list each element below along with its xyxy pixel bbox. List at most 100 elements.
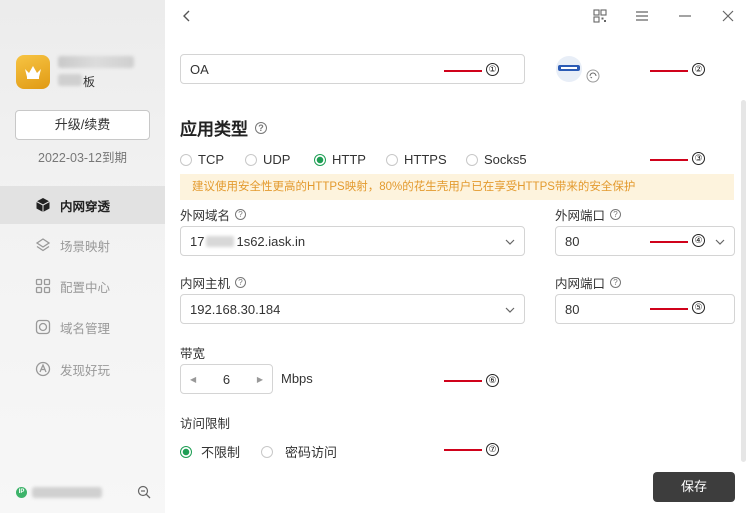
annotation-marker-2: ② <box>692 63 705 76</box>
save-button[interactable]: 保存 <box>653 472 735 502</box>
internal-port-label-text: 内网端口 <box>555 277 606 291</box>
qrcode-icon[interactable] <box>593 9 607 23</box>
bandwidth-stepper[interactable]: ◀ 6 ▶ <box>180 364 273 394</box>
external-domain-suffix: 1s62.iask.in <box>236 233 306 249</box>
annotation-marker-1: ① <box>486 63 499 76</box>
annotation-line <box>650 159 688 161</box>
internal-host-value: 192.168.30.184 <box>190 301 281 317</box>
external-port-label: 外网端口 ? <box>555 205 622 224</box>
decrement-icon[interactable]: ◀ <box>190 375 196 384</box>
back-icon[interactable] <box>180 9 194 23</box>
app-icon[interactable] <box>555 55 601 85</box>
external-port-value: 80 <box>565 233 580 249</box>
protocol-radio-http[interactable]: HTTP <box>314 152 366 167</box>
app-type-title-text: 应用类型 <box>180 120 248 139</box>
radio-circle-selected <box>314 153 326 166</box>
annotation-line <box>444 449 482 451</box>
radio-circle <box>180 153 192 166</box>
discover-icon <box>35 361 51 377</box>
layers-icon <box>35 238 51 252</box>
annotation-line <box>650 70 688 72</box>
bandwidth-value: 6 <box>222 371 231 387</box>
close-icon[interactable] <box>721 9 735 23</box>
help-icon[interactable]: ? <box>235 209 247 220</box>
avatar[interactable] <box>16 55 50 89</box>
sidebar-item-discover[interactable]: 发现好玩 <box>0 350 165 388</box>
cube-icon <box>36 198 50 212</box>
sidebar: 板 升级/续费 2022-03-12到期 内网穿透 场景映射 配置中心 域名管理 <box>0 0 165 513</box>
external-domain-select[interactable]: 17 1s62.iask.in <box>180 226 525 256</box>
access-limit-label: 访问限制 <box>180 417 231 431</box>
annotation-marker-5: ⑤ <box>692 301 705 314</box>
radio-circle-selected <box>180 445 192 458</box>
external-domain-label: 外网域名 ? <box>180 205 247 224</box>
protocol-label: TCP <box>198 152 224 167</box>
annotation-line <box>444 380 482 382</box>
upgrade-button[interactable]: 升级/续费 <box>15 110 150 140</box>
sidebar-item-label: 域名管理 <box>60 321 111 336</box>
zoom-out-icon[interactable] <box>137 485 151 499</box>
protocol-label: HTTP <box>332 152 366 167</box>
chevron-down-icon <box>505 239 515 245</box>
sidebar-item-domain[interactable]: 域名管理 <box>0 308 165 346</box>
chevron-down-icon <box>505 307 515 313</box>
annotation-line <box>650 308 688 310</box>
sidebar-item-label: 配置中心 <box>60 280 111 295</box>
protocol-label: Socks5 <box>484 152 527 167</box>
help-icon[interactable]: ? <box>235 277 247 288</box>
account-name-redacted <box>58 56 134 68</box>
app-type-title: 应用类型 ? <box>180 115 267 140</box>
protocol-radio-https[interactable]: HTTPS <box>386 152 447 167</box>
internal-host-select[interactable]: 192.168.30.184 <box>180 294 525 324</box>
access-radio-unlimited[interactable]: 不限制 <box>180 442 240 461</box>
radio-circle <box>386 153 398 166</box>
mapping-name-input[interactable]: OA <box>180 54 525 84</box>
annotation-line <box>444 70 482 72</box>
protocol-radio-socks5[interactable]: Socks5 <box>466 152 527 167</box>
help-icon[interactable]: ? <box>610 277 622 288</box>
bandwidth-unit: Mbps <box>281 371 313 386</box>
annotation-marker-3: ③ <box>692 152 705 165</box>
sidebar-item-scene[interactable]: 场景映射 <box>0 226 165 264</box>
internal-host-label: 内网主机 ? <box>180 273 247 292</box>
protocol-label: UDP <box>263 152 291 167</box>
protocol-label: HTTPS <box>404 152 447 167</box>
crown-icon <box>25 66 41 79</box>
protocol-radio-udp[interactable]: UDP <box>245 152 290 167</box>
help-icon[interactable]: ? <box>610 209 622 220</box>
domain-redacted <box>206 235 235 247</box>
access-radio-password[interactable]: 密码访问 <box>261 442 337 461</box>
apps-icon <box>35 278 51 294</box>
protocol-radio-tcp[interactable]: TCP <box>180 152 224 167</box>
annotation-marker-7: ⑦ <box>486 443 499 456</box>
account-plan-label: 板 <box>83 75 96 89</box>
internal-port-label: 内网端口 ? <box>555 273 622 292</box>
internal-port-value: 80 <box>565 301 580 317</box>
radio-circle <box>466 153 478 166</box>
https-warning-banner: 建议使用安全性更高的HTTPS映射，80%的花生壳用户已在享受HTTPS带来的安… <box>180 174 734 200</box>
minimize-icon[interactable] <box>678 9 692 23</box>
sidebar-item-config[interactable]: 配置中心 <box>0 267 165 305</box>
annotation-line <box>650 241 688 243</box>
external-domain-label-text: 外网域名 <box>180 209 231 223</box>
external-port-select[interactable]: 80 <box>555 226 735 256</box>
chevron-down-icon <box>715 239 725 245</box>
radio-circle <box>261 445 273 458</box>
ip-status-badge: IP <box>16 487 27 498</box>
ip-address-redacted <box>32 487 102 498</box>
sidebar-item-label: 内网穿透 <box>60 199 111 214</box>
sidebar-item-label: 场景映射 <box>60 239 111 254</box>
menu-icon[interactable] <box>635 9 649 23</box>
radio-circle <box>245 153 257 166</box>
sidebar-item-label: 发现好玩 <box>60 363 111 378</box>
increment-icon[interactable]: ▶ <box>257 375 263 384</box>
scrollbar[interactable] <box>741 100 746 462</box>
internal-host-label-text: 内网主机 <box>180 277 231 291</box>
account-plan-redacted <box>58 74 82 86</box>
help-icon[interactable]: ? <box>255 121 267 134</box>
access-option-label: 密码访问 <box>285 445 338 460</box>
internal-port-input[interactable]: 80 <box>555 294 735 324</box>
access-option-label: 不限制 <box>201 445 241 460</box>
sidebar-item-intranet[interactable]: 内网穿透 <box>0 186 165 224</box>
expire-date: 2022-03-12到期 <box>38 151 127 165</box>
